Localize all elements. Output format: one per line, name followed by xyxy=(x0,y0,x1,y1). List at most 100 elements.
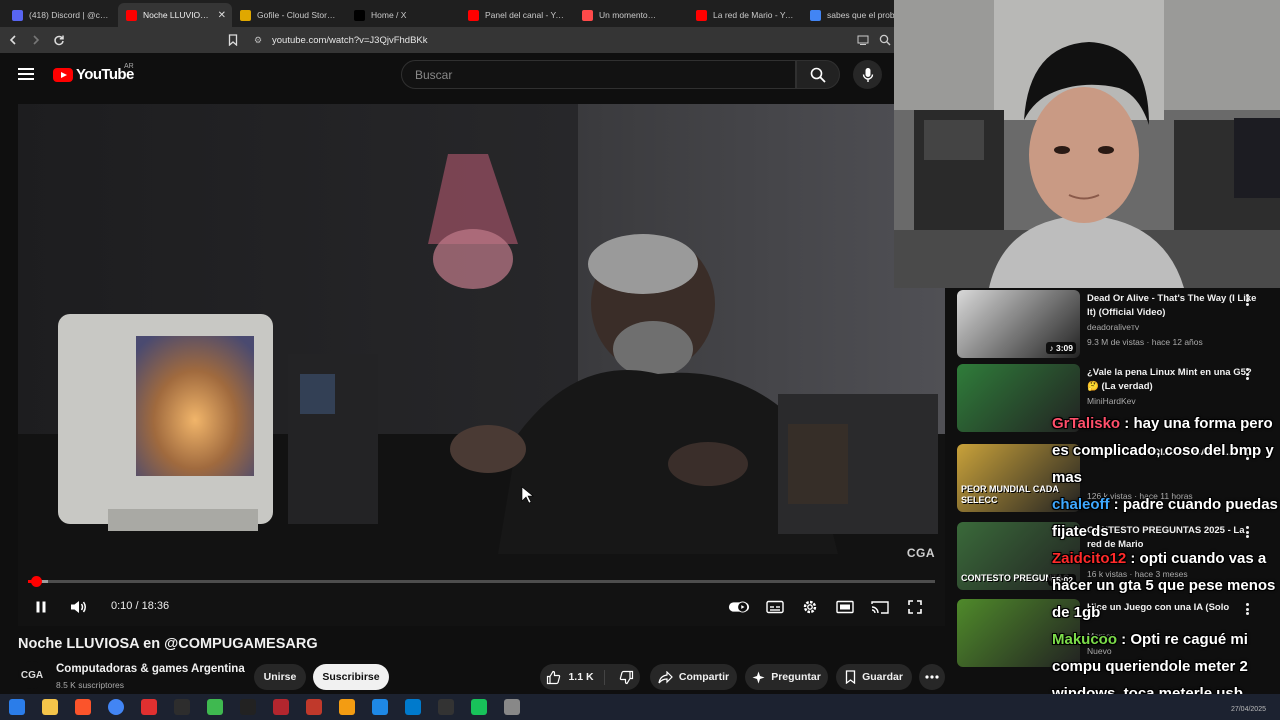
x-icon xyxy=(354,9,365,21)
voice-search-button[interactable] xyxy=(853,60,882,89)
browser-tab[interactable]: Un momento… xyxy=(574,3,688,27)
share-button[interactable]: Compartir xyxy=(650,664,737,690)
chat-separator: : xyxy=(1109,496,1123,513)
like-button[interactable]: 1.1 K xyxy=(546,669,605,685)
save-button[interactable]: Guardar xyxy=(836,664,912,690)
sparkle-icon xyxy=(752,671,765,683)
recommended-channel-name[interactable]: MiniHardKev xyxy=(1087,396,1136,406)
reload-button[interactable] xyxy=(49,30,69,50)
video-title: Noche LLUVIOSA en @COMPUGAMESARG xyxy=(18,636,318,652)
taskbar-app-button[interactable] xyxy=(330,694,363,720)
tab-title: Noche LLUVIOSA en xyxy=(143,10,212,20)
ask-button[interactable]: Preguntar xyxy=(745,664,828,690)
more-actions-button[interactable] xyxy=(919,664,945,690)
taskbar-app-button[interactable] xyxy=(462,694,495,720)
tab-title: (418) Discord | @chale xyxy=(29,10,112,20)
browser-tab[interactable]: Home / X xyxy=(346,3,460,27)
pause-button[interactable] xyxy=(30,596,52,618)
join-button[interactable]: Unirse xyxy=(254,664,306,690)
miniplayer-icon xyxy=(836,600,854,614)
url-text: youtube.com/watch?v=J3QjvFhdBKk xyxy=(272,34,428,46)
recommended-video[interactable]: ♪ 3:09 Dead Or Alive - That's The Way (I … xyxy=(957,290,1280,360)
car-icon xyxy=(305,699,322,715)
cast-screen-button[interactable] xyxy=(853,30,873,50)
taskbar-app-button[interactable] xyxy=(165,694,198,720)
chat-username: chaleoff xyxy=(1052,496,1110,513)
taskbar-app-button[interactable] xyxy=(0,694,33,720)
taskbar-app-button[interactable] xyxy=(396,694,429,720)
browser-tab[interactable]: La red de Mario - YouT xyxy=(688,3,802,27)
browser-tab[interactable]: Gofile - Cloud Storage xyxy=(232,3,346,27)
taskbar-app-button[interactable] xyxy=(66,694,99,720)
gofile-icon xyxy=(240,9,251,21)
close-tab-icon[interactable]: ✕ xyxy=(218,10,226,21)
taskbar-app-button[interactable] xyxy=(264,694,297,720)
taskbar-app-button[interactable] xyxy=(231,694,264,720)
tab-title: Home / X xyxy=(371,10,407,20)
progress-bar[interactable] xyxy=(28,576,935,587)
volume-icon xyxy=(71,601,86,613)
back-arrow-icon xyxy=(9,35,16,45)
browser-address-bar: ⚙ youtube.com/watch?v=J3QjvFhdBKk xyxy=(0,27,894,53)
subscribe-button[interactable]: Suscribirse xyxy=(313,664,389,690)
video-player[interactable]: CGA 0:10 / 18:36 xyxy=(18,104,945,626)
dislike-button[interactable] xyxy=(611,670,634,685)
taskbar-app-button[interactable] xyxy=(429,694,462,720)
chat-username: Zaidcito12 xyxy=(1052,550,1127,567)
subtitles-button[interactable] xyxy=(764,596,786,618)
chat-message: Zaidcito12 : opti cuando vas a hacer un … xyxy=(1048,545,1280,626)
chrome-icon xyxy=(107,699,124,715)
search-button[interactable] xyxy=(796,60,840,89)
zoom-button[interactable] xyxy=(875,30,895,50)
youtube-logo[interactable]: YouTube xyxy=(53,66,134,83)
site-info-icon[interactable]: ⚙ xyxy=(254,35,264,46)
taskbar-app-button[interactable] xyxy=(33,694,66,720)
reload-icon xyxy=(54,35,64,46)
fullscreen-button[interactable] xyxy=(904,596,926,618)
recommended-video-title[interactable]: ¿Vale la pena Linux Mint en una G5? 🤔 (L… xyxy=(1087,366,1257,394)
taskbar-app-button[interactable] xyxy=(99,694,132,720)
autoplay-toggle[interactable] xyxy=(728,596,750,618)
taskbar-app-button[interactable] xyxy=(198,694,231,720)
video-thumbnail[interactable]: ♪ 3:09 xyxy=(957,290,1080,358)
browser-tab[interactable]: (418) Discord | @chale xyxy=(4,3,118,27)
windows-icon xyxy=(8,699,25,715)
taskbar-app-button[interactable] xyxy=(363,694,396,720)
settings-button[interactable] xyxy=(799,596,821,618)
taskbar-app-button[interactable] xyxy=(132,694,165,720)
taskbar-app-button[interactable] xyxy=(495,694,528,720)
browser-tab[interactable]: Noche LLUVIOSA en ✕ xyxy=(118,3,232,27)
forward-arrow-icon xyxy=(33,35,40,45)
recommended-video-title[interactable]: Dead Or Alive - That's The Way (I Like I… xyxy=(1087,292,1257,320)
screen-icon xyxy=(857,35,869,45)
notepad-icon xyxy=(206,699,223,715)
back-button[interactable] xyxy=(3,30,23,50)
taskbar-app-button[interactable] xyxy=(297,694,330,720)
recommended-channel-name[interactable]: deadoraliveтv xyxy=(1087,322,1139,332)
windows-taskbar: 27/04/2025 xyxy=(0,694,1280,720)
channel-watermark[interactable]: CGA xyxy=(907,546,935,560)
cast-button[interactable] xyxy=(869,596,891,618)
chat-message: GrTalisko : hay una forma pero es compli… xyxy=(1048,410,1280,491)
gear-icon xyxy=(803,600,817,614)
browser-tab[interactable]: Panel del canal - YouTu xyxy=(460,3,574,27)
channel-avatar[interactable]: CGA xyxy=(18,661,46,689)
ask-label: Preguntar xyxy=(771,671,821,683)
volume-button[interactable] xyxy=(68,596,90,618)
forward-button[interactable] xyxy=(26,30,46,50)
screen: { "browser": { "tabs": [ {"title": "(418… xyxy=(0,0,1280,720)
share-icon xyxy=(658,670,673,683)
discord-icon xyxy=(12,9,23,21)
search-input[interactable]: Buscar xyxy=(401,60,796,89)
bookmark-button[interactable] xyxy=(223,30,243,50)
pause-icon xyxy=(36,601,46,613)
warning-icon xyxy=(582,9,593,21)
menu-icon[interactable] xyxy=(18,68,34,80)
channel-name[interactable]: Computadoras & games Argentina xyxy=(56,663,245,675)
url-field[interactable]: ⚙ youtube.com/watch?v=J3QjvFhdBKk xyxy=(246,30,892,50)
theater-mode-button[interactable] xyxy=(834,596,856,618)
more-vertical-icon[interactable] xyxy=(1246,368,1250,380)
youtube-icon xyxy=(126,9,137,21)
save-label: Guardar xyxy=(862,671,903,683)
more-vertical-icon[interactable] xyxy=(1246,294,1250,306)
